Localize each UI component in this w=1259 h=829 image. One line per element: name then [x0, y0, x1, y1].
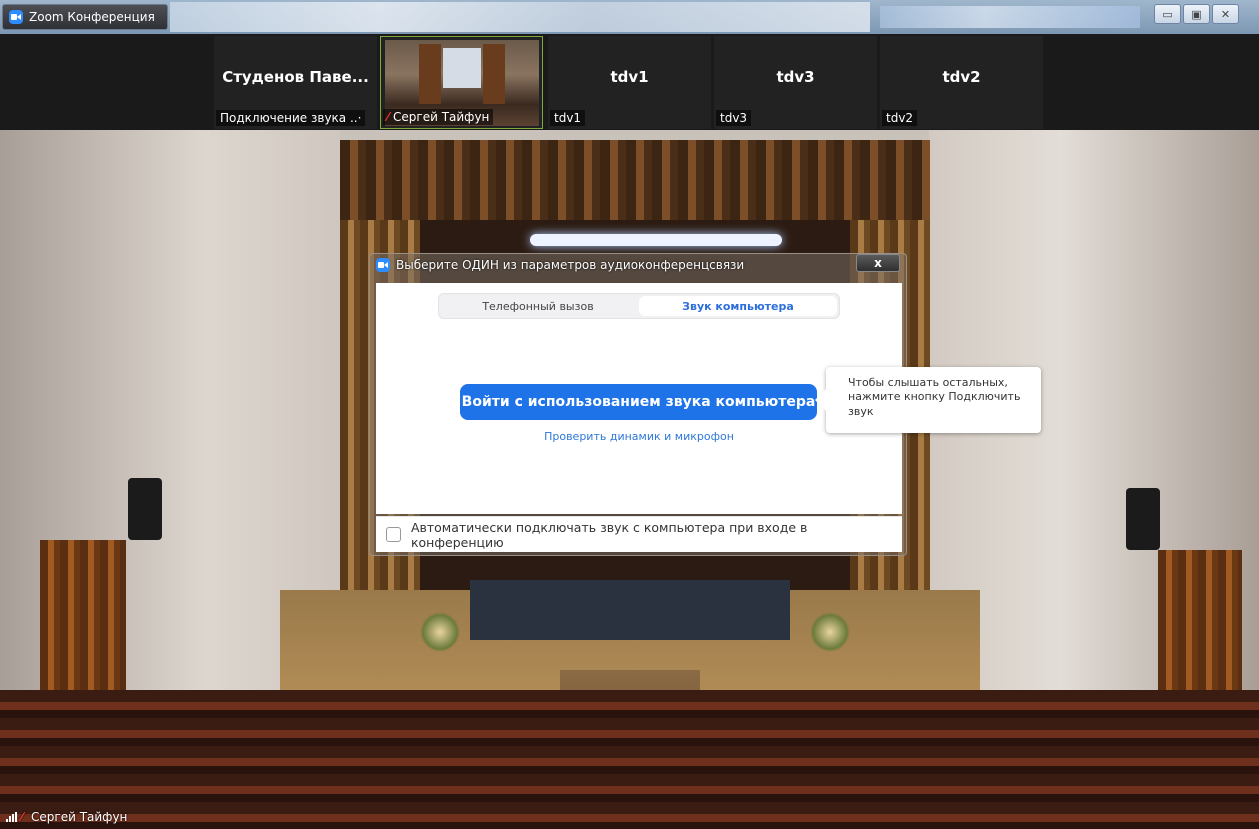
participant-tile[interactable]: tdv1 tdv1 [548, 36, 711, 129]
window-title: Zoom Конференция [29, 10, 155, 24]
auditorium-seats [0, 690, 1259, 829]
participant-tile[interactable]: Студенов Паве... Подключение звука ..· [214, 36, 377, 129]
close-button[interactable]: ✕ [1212, 4, 1239, 24]
participant-name: Студенов Паве... [222, 68, 369, 86]
loudspeaker-right [1126, 488, 1160, 550]
participant-name: tdv1 [610, 68, 649, 86]
zoom-logo-icon [376, 258, 390, 272]
stage-valance [340, 140, 930, 220]
participant-label: tdv1 [550, 110, 586, 126]
participant-name: tdv2 [942, 68, 981, 86]
participant-label: ⁄ Сергей Тайфун [383, 109, 494, 125]
loudspeaker-left [128, 478, 162, 540]
flowers-right [810, 612, 850, 652]
auto-join-audio-label[interactable]: Автоматически подключать звук с компьюте… [411, 520, 902, 550]
flowers-left [420, 612, 460, 652]
audio-mode-tabs: Телефонный вызов Звук компьютера [438, 293, 840, 319]
zoom-logo-icon [9, 10, 23, 24]
audio-dialog-title-bar: Выберите ОДИН из параметров аудиоконфере… [376, 258, 744, 272]
stage-light [530, 234, 782, 246]
participant-name: tdv3 [776, 68, 815, 86]
active-speaker-name: Сергей Тайфун [31, 810, 128, 824]
tab-computer-audio[interactable]: Звук компьютера [639, 296, 837, 316]
zoom-taskbar-tab[interactable]: Zoom Конференция [2, 4, 168, 30]
join-audio-tooltip: Чтобы слышать остальных, нажмите кнопку … [815, 367, 1041, 433]
participant-label: Подключение звука ..· [216, 110, 366, 126]
participant-tile[interactable]: tdv2 tdv2 [880, 36, 1043, 129]
tooltip-line: нажмите кнопку Подключить [848, 390, 1021, 404]
presidium-table [470, 580, 790, 640]
window-controls: ▭ ▣ ✕ [1154, 4, 1239, 24]
dialog-close-button[interactable]: x [856, 254, 900, 272]
join-with-computer-audio-button[interactable]: Войти с использованием звука компьютера [460, 384, 817, 420]
participant-tile-active[interactable]: ⁄ Сергей Тайфун [380, 36, 543, 129]
participant-label: tdv3 [716, 110, 752, 126]
mic-muted-icon: ⁄ [387, 110, 390, 124]
window-title-bar: Zoom Конференция ▭ ▣ ✕ [0, 0, 1259, 34]
minimize-button[interactable]: ▭ [1154, 4, 1181, 24]
tooltip-line: Чтобы слышать остальных, [848, 376, 1008, 389]
participant-label: tdv2 [882, 110, 918, 126]
tooltip-line: звук [848, 404, 874, 418]
mic-muted-icon: ⁄ [21, 810, 24, 824]
background-window-strip [170, 2, 870, 32]
auto-join-audio-checkbox[interactable] [386, 527, 401, 542]
background-window-strip-right [880, 6, 1140, 28]
participant-strip: Студенов Паве... Подключение звука ..· ⁄… [0, 34, 1259, 130]
audio-dialog-footer: Автоматически подключать звук с компьюте… [376, 516, 902, 552]
audio-dialog-title: Выберите ОДИН из параметров аудиоконфере… [396, 258, 745, 272]
maximize-button[interactable]: ▣ [1183, 4, 1210, 24]
test-speaker-mic-link[interactable]: Проверить динамик и микрофон [376, 430, 902, 443]
active-speaker-status: ⁄ Сергей Тайфун [6, 810, 127, 824]
participant-tile[interactable]: tdv3 tdv3 [714, 36, 877, 129]
tab-phone-call[interactable]: Телефонный вызов [439, 294, 637, 318]
signal-strength-icon [6, 812, 17, 822]
